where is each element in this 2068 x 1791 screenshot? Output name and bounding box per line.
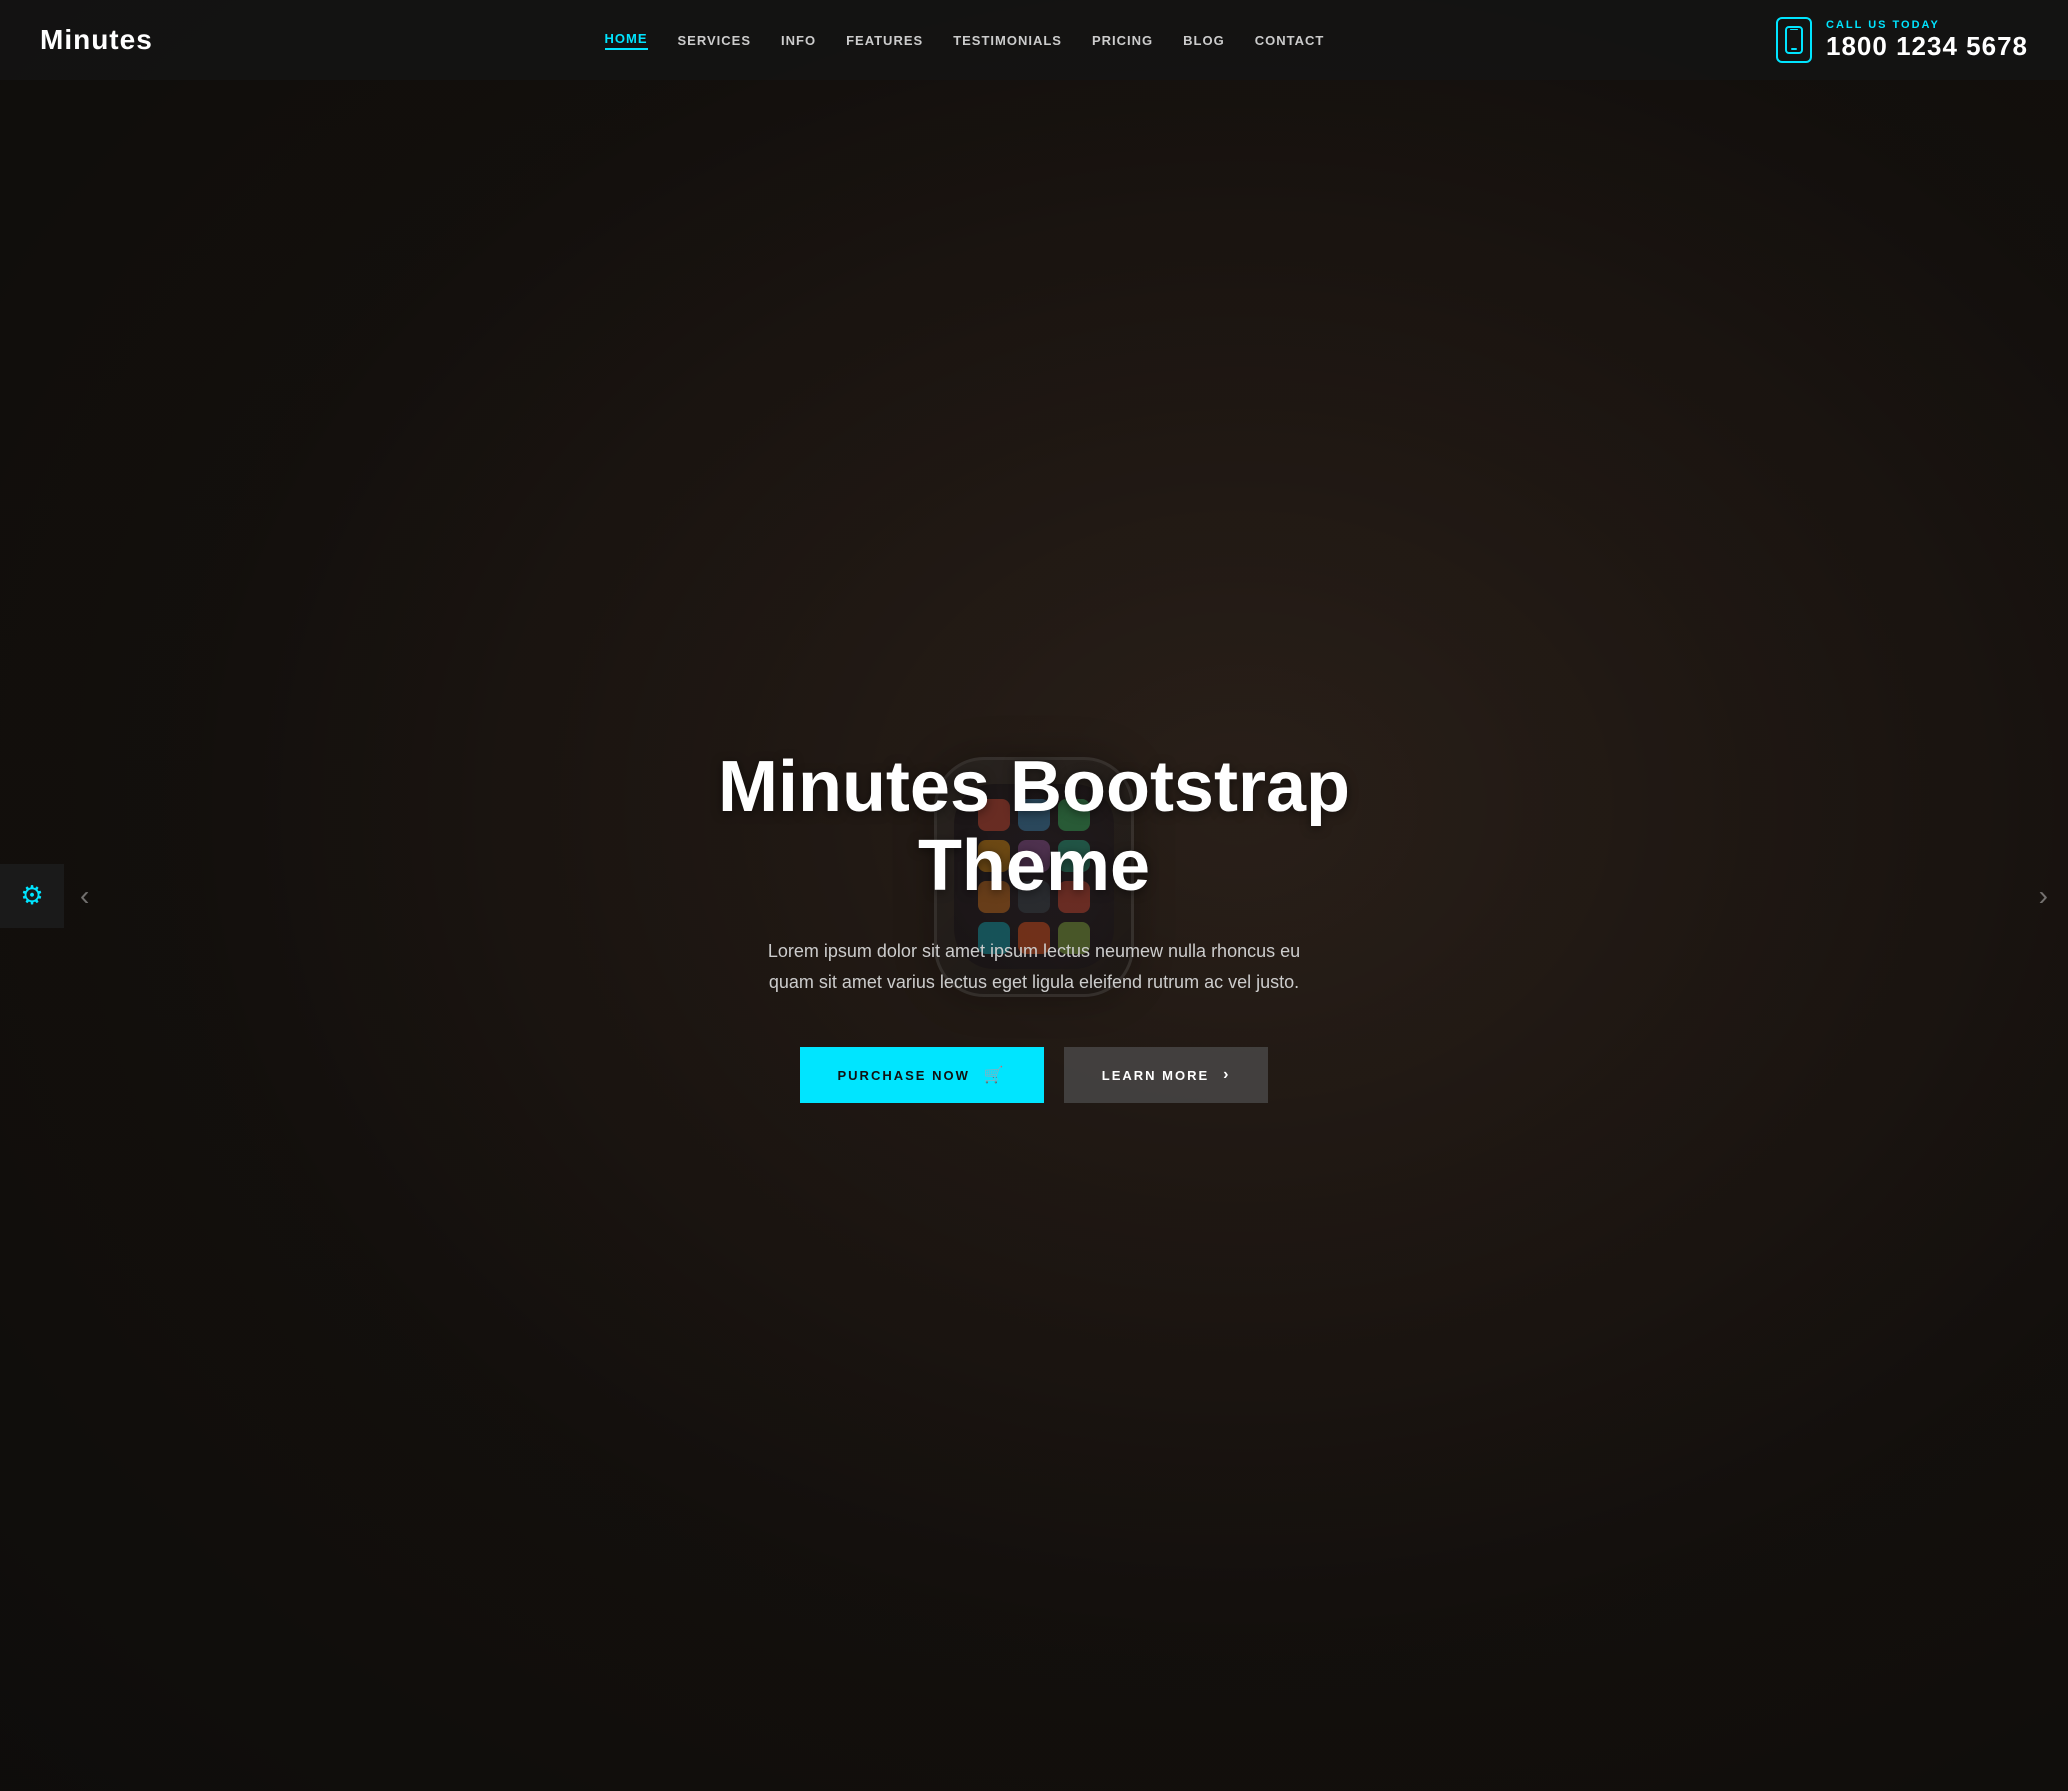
purchase-now-label: PURCHASE NOW [838, 1068, 970, 1083]
main-nav: HOME SERVICES INFO FEATURES TESTIMONIALS… [605, 31, 1325, 50]
hero-buttons: PURCHASE NOW 🛒 LEARN MORE › [674, 1047, 1394, 1103]
learn-more-label: LEARN MORE [1102, 1068, 1209, 1083]
phone-number[interactable]: 1800 1234 5678 [1826, 31, 2028, 62]
purchase-now-button[interactable]: PURCHASE NOW 🛒 [800, 1047, 1044, 1103]
header-contact: CALL US TODAY 1800 1234 5678 [1776, 17, 2028, 63]
nav-item-testimonials[interactable]: TESTIMONIALS [953, 33, 1062, 48]
scroll-right-arrow[interactable]: › [2039, 880, 2048, 912]
chevron-right-icon: › [1223, 1066, 1230, 1084]
nav-item-features[interactable]: FEATURES [846, 33, 923, 48]
nav-item-pricing[interactable]: PRICING [1092, 33, 1153, 48]
nav-item-blog[interactable]: BLOG [1183, 33, 1225, 48]
logo[interactable]: Minutes [40, 24, 153, 56]
header: Minutes HOME SERVICES INFO FEATURES TEST… [0, 0, 2068, 80]
scroll-left-arrow[interactable]: ‹ [80, 880, 89, 912]
nav-item-info[interactable]: INFO [781, 33, 816, 48]
nav-item-services[interactable]: SERVICES [678, 33, 752, 48]
contact-text: CALL US TODAY 1800 1234 5678 [1826, 19, 2028, 62]
hero-content: Minutes Bootstrap Theme Lorem ipsum dolo… [654, 748, 1414, 1104]
cart-icon: 🛒 [984, 1065, 1006, 1085]
nav-item-home[interactable]: HOME [605, 31, 648, 50]
settings-button[interactable]: ⚙ [0, 864, 64, 928]
hero-title: Minutes Bootstrap Theme [674, 748, 1394, 906]
gear-icon: ⚙ [20, 880, 43, 911]
phone-icon [1776, 17, 1812, 63]
learn-more-button[interactable]: LEARN MORE › [1064, 1047, 1269, 1103]
hero-section: ‹ › Minutes Bootstrap Theme Lorem ipsum … [0, 0, 2068, 1791]
call-label: CALL US TODAY [1826, 19, 2028, 31]
hero-subtitle: Lorem ipsum dolor sit amet ipsum lectus … [754, 936, 1314, 997]
nav-item-contact[interactable]: CONTACT [1255, 33, 1325, 48]
